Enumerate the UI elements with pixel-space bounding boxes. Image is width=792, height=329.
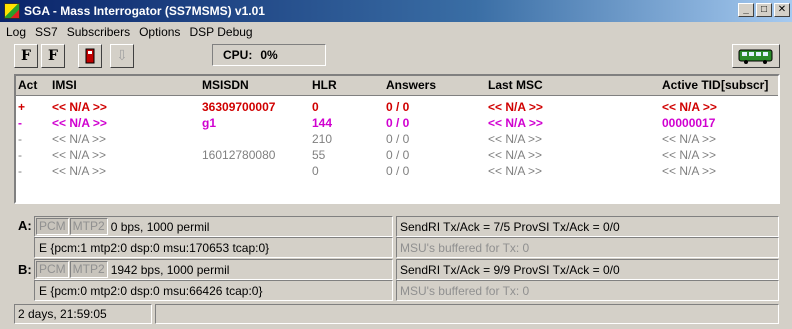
- bus-button[interactable]: [732, 44, 780, 68]
- link-a-mtp2-tag: MTP2: [69, 218, 108, 235]
- menu-dsp-debug[interactable]: DSP Debug: [189, 25, 252, 39]
- app-icon: [4, 3, 20, 19]
- link-b-detail-text: E {pcm:0 mtp2:0 dsp:0 msu:66426 tcap:0}: [39, 283, 263, 298]
- link-a-buffered: MSU's buffered for Tx: 0: [396, 237, 779, 258]
- link-a-send-text: SendRI Tx/Ack = 7/5 ProvSI Tx/Ack = 0/0: [400, 219, 620, 234]
- cell-answers: 0 / 0: [386, 132, 410, 146]
- cell-imsi: << N/A >>: [52, 132, 107, 146]
- cell-active-tid: << N/A >>: [662, 132, 717, 146]
- cell-act: -: [18, 132, 22, 146]
- cell-active-tid: 00000017: [662, 116, 716, 130]
- link-a-rate: 0 bps, 1000 permil: [110, 219, 210, 234]
- cell-hlr: 55: [312, 148, 326, 162]
- cell-hlr: 0: [312, 100, 319, 114]
- link-a-pcm-tag: PCM: [36, 218, 69, 235]
- subscriber-table[interactable]: Act IMSI MSISDN HLR Answers Last MSC Act…: [14, 74, 780, 204]
- menu-log[interactable]: Log: [6, 25, 26, 39]
- cell-answers: 0 / 0: [386, 100, 410, 114]
- link-b-buffered: MSU's buffered for Tx: 0: [396, 280, 779, 301]
- cell-last-msc: << N/A >>: [488, 100, 543, 114]
- cell-imsi: << N/A >>: [52, 148, 107, 162]
- maximize-button[interactable]: □: [756, 3, 772, 17]
- cell-last-msc: << N/A >>: [488, 116, 543, 130]
- link-a-send: SendRI Tx/Ack = 7/5 ProvSI Tx/Ack = 0/0: [396, 216, 779, 237]
- col-last-msc[interactable]: Last MSC: [488, 78, 543, 92]
- uptime-text: 2 days, 21:59:05: [18, 307, 107, 321]
- col-answers[interactable]: Answers: [386, 78, 436, 92]
- link-b-detail: E {pcm:0 mtp2:0 dsp:0 msu:66426 tcap:0}: [34, 280, 393, 301]
- col-msisdn[interactable]: MSISDN: [202, 78, 249, 92]
- col-hlr[interactable]: HLR: [312, 78, 337, 92]
- table-row[interactable]: + << N/A >> 36309700007 0 0 / 0 << N/A >> << N…: [16, 100, 778, 116]
- cell-act: -: [18, 164, 22, 178]
- cell-act: -: [18, 148, 22, 162]
- import-icon: ⇩: [116, 48, 128, 64]
- f-stop-icon: F: [48, 48, 58, 64]
- link-a-label: A:: [18, 218, 32, 233]
- table-header: Act IMSI MSISDN HLR Answers Last MSC Act…: [16, 76, 778, 96]
- link-b-buffered-text: MSU's buffered for Tx: 0: [400, 283, 530, 298]
- close-button[interactable]: ✕: [774, 3, 790, 17]
- f-stop-button[interactable]: F: [41, 44, 65, 68]
- window-title: SGA - Mass Interrogator (SS7MSMS) v1.01: [24, 4, 265, 18]
- cell-last-msc: << N/A >>: [488, 164, 543, 178]
- cell-imsi: << N/A >>: [52, 164, 107, 178]
- cell-hlr: 144: [312, 116, 333, 130]
- cell-answers: 0 / 0: [386, 116, 410, 130]
- col-active-tid[interactable]: Active TID: [662, 78, 721, 92]
- link-a-status: PCM MTP2 0 bps, 1000 permil: [34, 216, 393, 237]
- cell-active-tid: << N/A >>: [662, 148, 717, 162]
- menu-subscribers[interactable]: Subscribers: [67, 25, 130, 39]
- status-message: [155, 304, 779, 324]
- cell-active-tid: << N/A >>: [662, 100, 717, 114]
- cell-hlr: 0: [312, 164, 319, 178]
- link-b-status: PCM MTP2 1942 bps, 1000 permil: [34, 259, 393, 280]
- cell-msisdn: 36309700007: [202, 100, 276, 114]
- cpu-label: CPU:: [223, 48, 253, 62]
- table-row[interactable]: - << N/A >> 0 0 / 0 << N/A >> << N/A >>: [16, 164, 778, 180]
- cell-hlr: 210: [312, 132, 333, 146]
- cell-last-msc: << N/A >>: [488, 132, 543, 146]
- cpu-indicator: CPU: 0%: [212, 44, 326, 66]
- link-a-buffered-text: MSU's buffered for Tx: 0: [400, 240, 530, 255]
- menu-options[interactable]: Options: [139, 25, 180, 39]
- link-a-detail-text: E {pcm:1 mtp2:0 dsp:0 msu:170653 tcap:0}: [39, 240, 270, 255]
- col-imsi[interactable]: IMSI: [52, 78, 77, 92]
- link-b-pcm-tag: PCM: [36, 261, 69, 278]
- table-row[interactable]: - << N/A >> 16012780080 55 0 / 0 << N/A >> << …: [16, 148, 778, 164]
- link-b-label: B:: [18, 262, 32, 277]
- cell-imsi: << N/A >>: [52, 100, 107, 114]
- minimize-button[interactable]: _: [738, 3, 754, 17]
- cell-active-tid: << N/A >>: [662, 164, 717, 178]
- cell-act: +: [18, 100, 26, 114]
- link-b-rate: 1942 bps, 1000 permil: [110, 262, 230, 277]
- menu-ss7[interactable]: SS7: [35, 25, 58, 39]
- status-uptime: 2 days, 21:59:05: [14, 304, 152, 324]
- cell-answers: 0 / 0: [386, 148, 410, 162]
- cell-msisdn: g1: [202, 116, 217, 130]
- cell-imsi: << N/A >>: [52, 116, 107, 130]
- col-subscr[interactable]: [subscr]: [721, 78, 768, 92]
- cell-answers: 0 / 0: [386, 164, 410, 178]
- cell-msisdn: 16012780080: [202, 148, 276, 162]
- link-b-send: SendRI Tx/Ack = 9/9 ProvSI Tx/Ack = 0/0: [396, 259, 779, 280]
- signal-icon: [85, 48, 95, 64]
- col-act[interactable]: Act: [18, 78, 37, 92]
- bus-icon: [738, 49, 773, 64]
- table-row[interactable]: - << N/A >> 210 0 / 0 << N/A >> << N/A >>: [16, 132, 778, 148]
- cell-last-msc: << N/A >>: [488, 148, 543, 162]
- link-a-detail: E {pcm:1 mtp2:0 dsp:0 msu:170653 tcap:0}: [34, 237, 393, 258]
- cpu-value: 0%: [260, 48, 278, 62]
- cell-act: -: [18, 116, 22, 130]
- f-start-button[interactable]: F: [14, 44, 38, 68]
- table-row[interactable]: - << N/A >> g1 144 0 / 0 << N/A >> 00000017: [16, 116, 778, 132]
- f-start-icon: F: [21, 48, 31, 64]
- import-button[interactable]: ⇩: [110, 44, 134, 68]
- link-b-send-text: SendRI Tx/Ack = 9/9 ProvSI Tx/Ack = 0/0: [400, 262, 620, 277]
- menu-bar: Log SS7 Subscribers Options DSP Debug: [0, 22, 792, 41]
- signal-button[interactable]: [78, 44, 102, 68]
- title-bar: SGA - Mass Interrogator (SS7MSMS) v1.01: [0, 0, 792, 22]
- link-b-mtp2-tag: MTP2: [69, 261, 108, 278]
